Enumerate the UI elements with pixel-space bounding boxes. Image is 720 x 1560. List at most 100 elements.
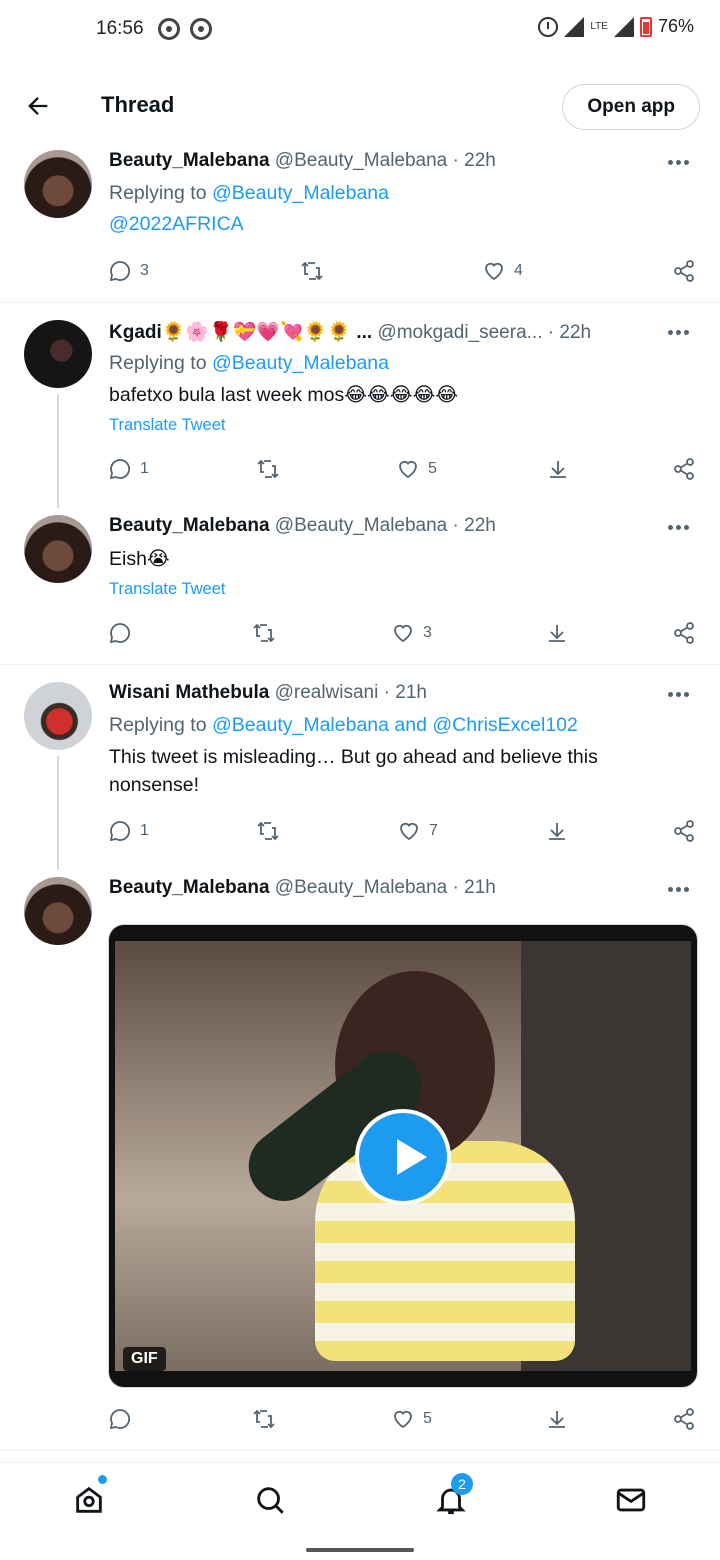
lte-label: LTE	[590, 20, 608, 32]
mention-link[interactable]: @Beauty_Malebana	[212, 182, 389, 204]
retweet-icon	[257, 821, 279, 841]
share-button[interactable]	[672, 454, 696, 484]
thread-header: Thread Open app	[0, 74, 720, 138]
reply-button[interactable]	[108, 618, 132, 648]
gif-badge: GIF	[123, 1347, 166, 1371]
author-handle[interactable]: @mokgadi_seera...	[377, 322, 542, 343]
like-button[interactable]: 4	[482, 256, 523, 286]
status-bar: 16:56 LTE 76%	[0, 0, 720, 60]
mention-link[interactable]: @Beauty_Malebana and @ChrisExcel102	[212, 714, 578, 736]
download-button[interactable]	[546, 454, 570, 484]
translate-link[interactable]: Translate Tweet	[109, 580, 225, 599]
heart-icon	[400, 822, 418, 841]
author-name[interactable]: Wisani Mathebula	[109, 682, 269, 703]
share-button[interactable]	[672, 1404, 696, 1434]
bottom-nav: 2	[0, 1462, 720, 1536]
share-button[interactable]	[672, 256, 696, 286]
notifications-badge: 2	[451, 1473, 473, 1495]
author-name[interactable]: Beauty_Malebana	[109, 877, 270, 898]
avatar[interactable]	[24, 320, 92, 388]
home-icon[interactable]	[72, 1483, 106, 1517]
like-button[interactable]: 3	[391, 618, 432, 648]
download-button[interactable]	[545, 816, 569, 846]
tweet-header: Kgadi🌻🌸🌹💝💗💘🌻🌻 ... @mokgadi_seera... · 22…	[109, 320, 591, 344]
heart-icon	[394, 624, 412, 643]
retweet-icon	[257, 459, 279, 479]
tweet-text[interactable]: This tweet is misleading… But go ahead a…	[109, 743, 669, 799]
more-options-icon[interactable]	[668, 525, 690, 531]
reply-button[interactable]	[108, 1404, 132, 1434]
author-handle[interactable]: @realwisani	[275, 682, 379, 703]
retweet-button[interactable]	[252, 618, 276, 648]
retweet-button[interactable]	[300, 256, 324, 286]
gesture-bar[interactable]	[306, 1548, 414, 1552]
reply-button[interactable]: 1	[108, 816, 149, 846]
signal-icon	[564, 16, 585, 37]
like-button[interactable]: 7	[397, 816, 438, 846]
replying-to-label: Replying to	[109, 714, 207, 736]
play-button[interactable]	[355, 1109, 451, 1205]
messages-mail-icon[interactable]	[614, 1483, 648, 1517]
author-handle[interactable]: @Beauty_Malebana	[275, 877, 447, 898]
tweet-text[interactable]: bafetxo bula last week mos😂😂😂😂😂	[109, 383, 458, 407]
avatar[interactable]	[24, 682, 92, 750]
avatar[interactable]	[24, 877, 92, 945]
like-count: 3	[423, 624, 432, 641]
like-button[interactable]: 5	[396, 454, 437, 484]
author-name[interactable]: Beauty_Malebana	[109, 150, 270, 171]
tweet-time[interactable]: · 21h	[453, 877, 496, 898]
avatar[interactable]	[24, 150, 92, 218]
like-count: 5	[423, 1410, 432, 1427]
reply-button[interactable]: 3	[108, 256, 149, 286]
tweet-divider	[0, 302, 720, 303]
share-button[interactable]	[672, 618, 696, 648]
tweet-actions: 3	[0, 618, 720, 648]
download-icon	[549, 625, 565, 642]
translate-link[interactable]: Translate Tweet	[109, 416, 225, 435]
retweet-icon	[253, 1409, 275, 1429]
tweet-time[interactable]: · 22h	[453, 515, 496, 536]
author-name[interactable]: Beauty_Malebana	[109, 515, 270, 536]
retweet-button[interactable]	[256, 454, 280, 484]
battery-icon	[639, 16, 652, 37]
author-name[interactable]: Kgadi🌻🌸🌹💝💗💘🌻🌻 ...	[109, 322, 372, 343]
tweet-time[interactable]: · 22h	[453, 150, 496, 171]
tweet-time[interactable]: · 21h	[384, 682, 427, 703]
retweet-button[interactable]	[252, 1404, 276, 1434]
gif-media[interactable]: GIF	[108, 924, 698, 1388]
author-handle[interactable]: @Beauty_Malebana	[275, 150, 447, 171]
download-button[interactable]	[545, 1404, 569, 1434]
retweet-icon	[301, 261, 323, 281]
mention-link[interactable]: @Beauty_Malebana	[212, 352, 389, 374]
more-options-icon[interactable]	[668, 160, 690, 166]
tweet-actions: 3 4	[0, 256, 720, 286]
author-handle[interactable]: @Beauty_Malebana	[275, 515, 447, 536]
tweet-text[interactable]: @2022AFRICA	[109, 213, 244, 236]
more-options-icon[interactable]	[668, 330, 690, 336]
share-icon	[674, 1408, 694, 1430]
more-options-icon[interactable]	[668, 692, 690, 698]
download-icon	[550, 461, 566, 478]
download-icon	[549, 1411, 565, 1428]
search-icon[interactable]	[253, 1483, 287, 1517]
tweet-actions: 5	[0, 1404, 720, 1434]
back-arrow-icon[interactable]	[24, 92, 52, 120]
download-button[interactable]	[545, 618, 569, 648]
open-app-button[interactable]: Open app	[562, 84, 700, 130]
tweet-header: Beauty_Malebana @Beauty_Malebana · 22h	[109, 150, 496, 172]
more-options-icon[interactable]	[668, 887, 690, 893]
heart-icon	[399, 460, 417, 479]
tweet-header: Beauty_Malebana @Beauty_Malebana · 21h	[109, 877, 496, 899]
heart-icon	[485, 262, 503, 281]
reply-button[interactable]: 1	[108, 454, 149, 484]
page-title: Thread	[101, 92, 175, 117]
tweet-text[interactable]: Eish😭	[109, 547, 170, 571]
share-button[interactable]	[672, 816, 696, 846]
avatar[interactable]	[24, 515, 92, 583]
signal-icon	[613, 16, 634, 37]
like-button[interactable]: 5	[391, 1404, 432, 1434]
reply-icon	[109, 821, 131, 842]
retweet-button[interactable]	[256, 816, 280, 846]
tweet-time[interactable]: · 22h	[548, 322, 591, 343]
reply-count: 1	[140, 460, 149, 477]
